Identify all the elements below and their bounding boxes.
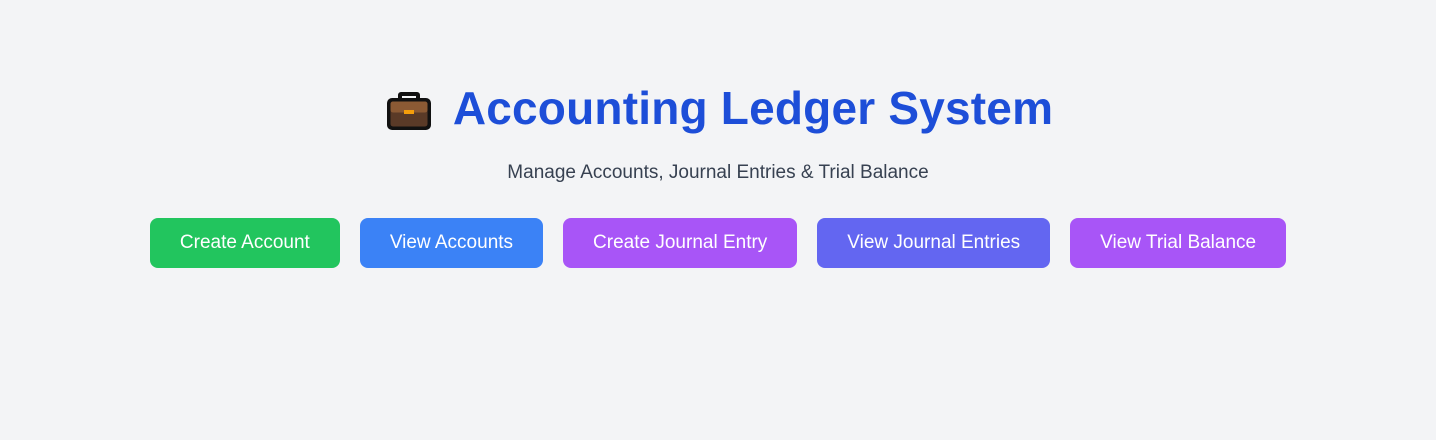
page-title: Accounting Ledger System bbox=[452, 82, 1054, 134]
view-trial-balance-button[interactable]: View Trial Balance bbox=[1070, 218, 1287, 268]
view-accounts-button[interactable]: View Accounts bbox=[359, 218, 544, 268]
create-journal-entry-button[interactable]: Create Journal Entry bbox=[563, 218, 798, 268]
action-buttons: Create Account View Accounts Create Jour… bbox=[46, 218, 1390, 268]
create-account-button[interactable]: Create Account bbox=[149, 218, 340, 268]
view-journal-entries-button[interactable]: View Journal Entries bbox=[817, 218, 1051, 268]
page-container: Accounting Ledger System Manage Accounts… bbox=[46, 0, 1390, 268]
briefcase-icon bbox=[383, 82, 435, 134]
page-subtitle: Manage Accounts, Journal Entries & Trial… bbox=[507, 162, 929, 183]
title-row: Accounting Ledger System bbox=[46, 80, 1390, 136]
page-header: Accounting Ledger System Manage Accounts… bbox=[46, 80, 1390, 184]
